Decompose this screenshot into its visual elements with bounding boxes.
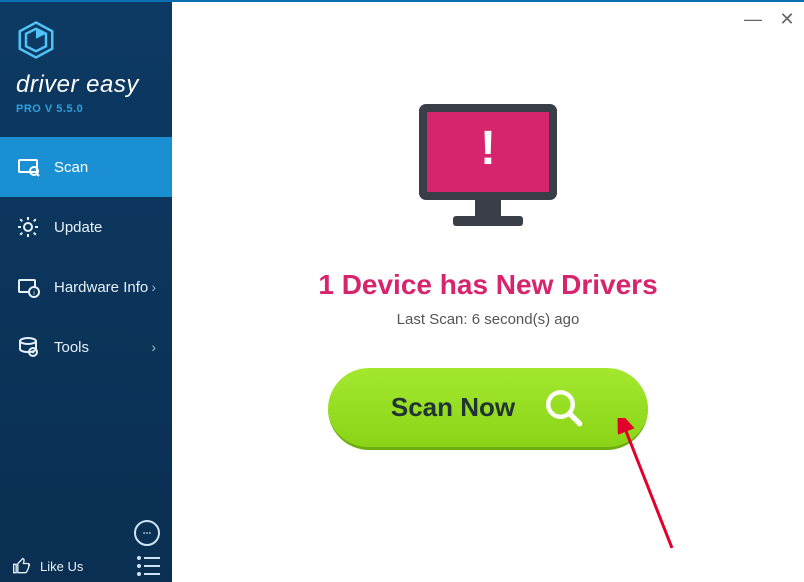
tools-icon (16, 335, 40, 359)
like-us-button[interactable]: Like Us (12, 556, 83, 576)
menu-icon[interactable] (137, 556, 160, 576)
svg-text:!: ! (480, 122, 496, 175)
sidebar: driver easy PRO V 5.5.0 Scan Update i (0, 2, 172, 582)
last-scan-text: Last Scan: 6 second(s) ago (397, 311, 580, 328)
scan-now-label: Scan Now (391, 392, 515, 423)
search-icon (543, 387, 585, 429)
sidebar-item-tools[interactable]: Tools › (0, 317, 172, 377)
sidebar-menu: Scan Update i Hardware Info › Tools (0, 137, 172, 377)
sidebar-item-label: Hardware Info (54, 279, 151, 296)
sidebar-bottom: Like Us (0, 510, 172, 582)
brand-block: driver easy PRO V 5.5.0 (0, 2, 172, 125)
brand-version: PRO V 5.5.0 (16, 103, 156, 115)
chevron-right-icon: › (151, 279, 156, 295)
sidebar-item-label: Tools (54, 339, 151, 356)
sidebar-item-label: Scan (54, 159, 156, 176)
chevron-right-icon: › (151, 339, 156, 355)
scan-now-button[interactable]: Scan Now (328, 368, 648, 450)
minimize-button[interactable]: — (742, 8, 764, 30)
gear-icon (16, 215, 40, 239)
brand-name: driver easy (16, 71, 156, 99)
main-panel: ! 1 Device has New Drivers Last Scan: 6 … (172, 2, 804, 582)
hardware-icon: i (16, 275, 40, 299)
status-headline: 1 Device has New Drivers (318, 269, 657, 301)
app-logo-icon (16, 20, 56, 60)
sidebar-item-hardware-info[interactable]: i Hardware Info › (0, 257, 172, 317)
sidebar-item-label: Update (54, 219, 156, 236)
alert-monitor-icon: ! (413, 102, 563, 237)
thumbs-up-icon (12, 556, 32, 576)
scan-icon (16, 155, 40, 179)
like-us-label: Like Us (40, 559, 83, 574)
close-button[interactable]: ✕ (776, 8, 798, 30)
sidebar-item-update[interactable]: Update (0, 197, 172, 257)
sidebar-item-scan[interactable]: Scan (0, 137, 172, 197)
window-titlebar: — ✕ (742, 8, 798, 30)
feedback-icon[interactable] (134, 520, 160, 546)
